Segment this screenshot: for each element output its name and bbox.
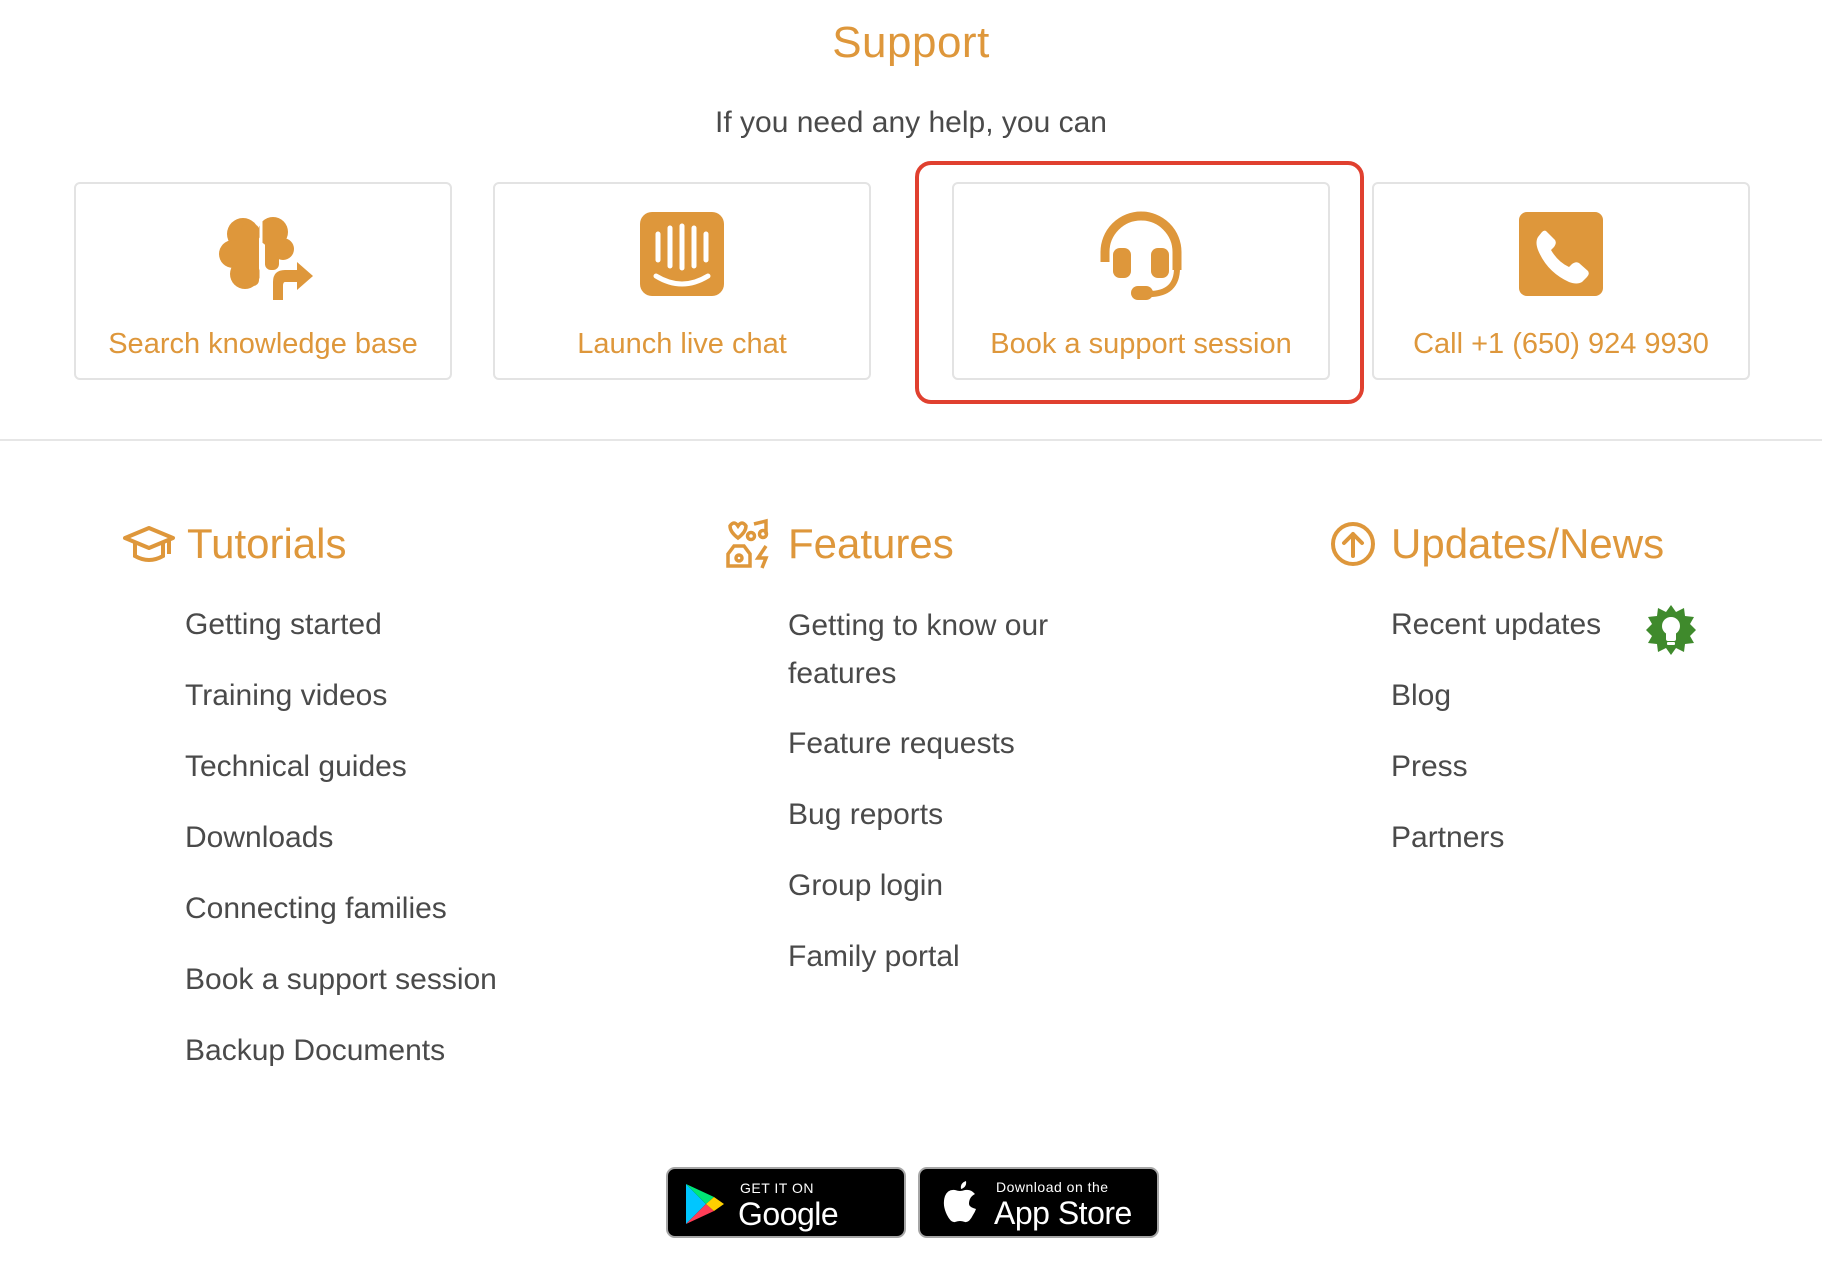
- tutorials-link-training-videos[interactable]: Training videos: [185, 679, 387, 713]
- google-play-small-text: GET IT ON: [740, 1180, 814, 1196]
- google-play-icon: [682, 1182, 726, 1231]
- features-link-bug-reports[interactable]: Bug reports: [788, 798, 943, 832]
- google-play-big-text: Google Play: [738, 1196, 839, 1269]
- updates-heading: Updates/News: [1325, 516, 1664, 572]
- phone-icon: [1511, 204, 1611, 304]
- app-store-big-text: App Store: [994, 1195, 1132, 1231]
- google-play-button[interactable]: GET IT ON Google Play: [666, 1167, 906, 1269]
- lightbulb-badge-icon: [1644, 603, 1698, 657]
- tutorials-heading-text: Tutorials: [187, 520, 347, 567]
- updates-link-recent-updates[interactable]: Recent updates: [1391, 608, 1601, 642]
- search-knowledge-base-label: Search knowledge base: [108, 328, 418, 360]
- tutorials-link-book-support-session[interactable]: Book a support session: [185, 963, 497, 997]
- apple-icon: [940, 1179, 980, 1232]
- tutorials-link-downloads[interactable]: Downloads: [185, 821, 333, 855]
- features-link-feature-requests[interactable]: Feature requests: [788, 727, 1015, 761]
- search-knowledge-base-card[interactable]: Search knowledge base: [74, 182, 452, 380]
- launch-live-chat-label: Launch live chat: [577, 328, 787, 360]
- features-link-family-portal[interactable]: Family portal: [788, 940, 960, 974]
- brain-share-icon: [213, 204, 313, 304]
- intercom-chat-icon: [632, 204, 732, 304]
- tutorials-link-connecting-families[interactable]: Connecting families: [185, 892, 447, 926]
- app-store-button[interactable]: Download on the App Store: [918, 1167, 1159, 1238]
- updates-link-partners[interactable]: Partners: [1391, 821, 1504, 855]
- support-title: Support: [832, 18, 990, 67]
- call-phone-card[interactable]: Call +1 (650) 924 9930: [1372, 182, 1750, 380]
- features-heading: Features: [722, 516, 954, 572]
- launch-live-chat-card[interactable]: Launch live chat: [493, 182, 871, 380]
- support-subtitle: If you need any help, you can: [715, 106, 1107, 139]
- arrow-up-circle-icon: [1325, 516, 1381, 572]
- tutorials-link-getting-started[interactable]: Getting started: [185, 608, 382, 642]
- highlight-outline: [915, 161, 1364, 404]
- updates-link-blog[interactable]: Blog: [1391, 679, 1451, 713]
- updates-link-press[interactable]: Press: [1391, 750, 1468, 784]
- call-phone-label: Call +1 (650) 924 9930: [1413, 328, 1709, 360]
- tutorials-link-backup-documents[interactable]: Backup Documents: [185, 1034, 445, 1068]
- features-link-group-login[interactable]: Group login: [788, 869, 943, 903]
- tutorials-heading: Tutorials: [121, 516, 347, 572]
- graduation-cap-icon: [121, 516, 177, 572]
- features-link-getting-to-know[interactable]: Getting to know our features: [788, 602, 1118, 698]
- section-divider: [0, 439, 1822, 441]
- tutorials-link-technical-guides[interactable]: Technical guides: [185, 750, 407, 784]
- features-heading-text: Features: [788, 520, 954, 567]
- updates-heading-text: Updates/News: [1391, 520, 1665, 567]
- app-store-small-text: Download on the: [996, 1179, 1109, 1195]
- features-shapes-icon: [722, 516, 778, 572]
